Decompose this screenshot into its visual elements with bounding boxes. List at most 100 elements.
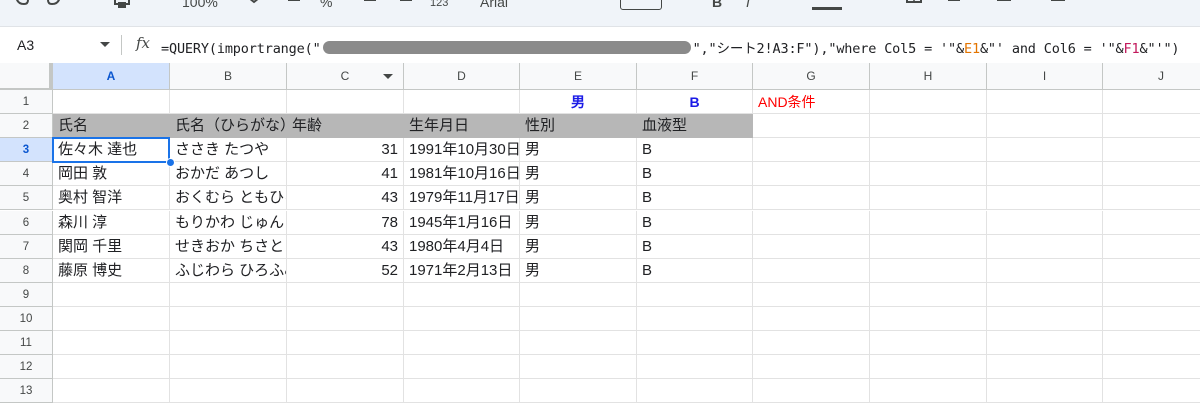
cell-c13[interactable] [287,379,404,403]
font-size-field[interactable] [620,0,662,10]
column-header-d[interactable]: D [404,63,520,89]
cell-j4[interactable] [1103,162,1200,187]
column-header-c[interactable]: C [287,63,404,89]
cell-b2[interactable]: 氏名（ひらがな） [170,114,287,139]
cell-g7[interactable] [753,234,870,259]
cell-d2[interactable]: 生年月日 [404,114,520,139]
cell-c3[interactable]: 31 [287,138,404,163]
row-header-4[interactable]: 4 [0,162,53,187]
cell-c2[interactable]: 年齢 [287,114,404,139]
cell-j10[interactable] [1103,307,1200,331]
cell-f10[interactable] [637,306,753,331]
cell-f13[interactable] [637,379,753,403]
cell-i1[interactable] [987,90,1103,115]
cell-d3[interactable]: 1991年10月30日 [404,138,520,163]
cell-e8[interactable]: 男 [520,258,637,283]
row-header-1[interactable]: 1 [0,90,53,115]
cell-d13[interactable] [404,379,520,403]
cell-e6[interactable]: 男 [520,210,637,235]
cell-a9[interactable] [53,282,170,307]
chevron-down-icon[interactable] [244,0,264,12]
cell-e13[interactable] [520,379,637,403]
cell-j2[interactable] [1103,114,1200,139]
cell-b8[interactable]: ふじわら ひろふみ [170,258,287,283]
cell-d4[interactable]: 1981年10月16日 [404,162,520,187]
wrap-icon[interactable] [1100,0,1120,12]
cell-g5[interactable] [753,186,870,211]
cell-i9[interactable] [987,282,1103,307]
cell-c1[interactable] [287,90,404,115]
row-header-2[interactable]: 2 [0,114,53,139]
cell-f7[interactable]: B [637,234,753,259]
cell-b6[interactable]: もりかわ じゅん [170,210,287,235]
cell-b10[interactable] [170,306,287,331]
cell-g12[interactable] [753,355,870,380]
cell-d11[interactable] [404,331,520,356]
cell-f1[interactable]: B [637,90,753,115]
cell-g11[interactable] [753,331,870,356]
align-icon[interactable] [994,0,1014,12]
row-header-6[interactable]: 6 [0,210,53,235]
row-header-12[interactable]: 12 [0,355,53,380]
zoom-select[interactable]: 100% [182,0,218,10]
cell-d8[interactable]: 1971年2月13日 [404,258,520,283]
cell-h9[interactable] [870,282,987,307]
cell-j1[interactable] [1103,90,1200,115]
cell-b13[interactable] [170,379,287,403]
cell-e5[interactable]: 男 [520,186,637,211]
cell-b1[interactable] [170,90,287,115]
cell-b4[interactable]: おかだ あつし [170,162,287,187]
cell-j12[interactable] [1103,355,1200,380]
cell-f11[interactable] [637,331,753,356]
name-box-dropdown-icon[interactable] [100,42,110,47]
cell-j3[interactable] [1103,138,1200,163]
column-header-i[interactable]: I [987,63,1103,89]
rotate-icon[interactable] [1150,0,1170,12]
column-header-a[interactable]: A [53,63,170,89]
row-header-9[interactable]: 9 [0,282,53,307]
cell-g13[interactable] [753,379,870,403]
cell-c12[interactable] [287,355,404,380]
cell-a5[interactable]: 奥村 智洋 [53,186,170,211]
cell-h13[interactable] [870,379,987,403]
number-format-button[interactable]: 123 [430,0,448,9]
cell-i6[interactable] [987,210,1103,235]
cell-c4[interactable]: 41 [287,162,404,187]
cell-h12[interactable] [870,355,987,380]
cell-c10[interactable] [287,306,404,331]
cell-a8[interactable]: 藤原 博史 [53,258,170,283]
cell-b5[interactable]: おくむら ともひろ [170,186,287,211]
column-header-f[interactable]: F [637,63,753,89]
cell-i3[interactable] [987,138,1103,163]
italic-button[interactable]: I [746,0,750,10]
cell-h3[interactable] [870,138,987,163]
cell-h8[interactable] [870,258,987,283]
row-header-8[interactable]: 8 [0,258,53,283]
cell-e7[interactable]: 男 [520,234,637,259]
cell-e12[interactable] [520,355,637,380]
cell-j11[interactable] [1103,331,1200,356]
cell-a2[interactable]: 氏名 [53,114,170,139]
cell-e9[interactable] [520,282,637,307]
cell-a1[interactable] [53,90,170,115]
cell-g3[interactable] [753,138,870,163]
row-header-13[interactable]: 13 [0,379,53,403]
cell-a10[interactable] [53,306,170,331]
cell-c8[interactable]: 52 [287,258,404,283]
plus-icon[interactable] [670,0,690,12]
bold-button[interactable]: B [712,0,722,10]
cell-c6[interactable]: 78 [287,210,404,235]
redo-icon[interactable] [44,0,64,12]
cell-e3[interactable]: 男 [520,138,637,163]
cell-i4[interactable] [987,162,1103,187]
cell-d5[interactable]: 1979年11月17日 [404,186,520,211]
cell-c9[interactable] [287,282,404,307]
formula-input[interactable]: =QUERY(importrange(" ","シート2!A3:F"),"wher… [161,37,1180,57]
cell-g8[interactable] [753,258,870,283]
cell-f2[interactable]: 血液型 [637,114,753,139]
cell-j7[interactable] [1103,235,1200,259]
select-all-corner[interactable] [0,63,53,89]
name-box[interactable]: A3 [17,37,34,53]
cell-j9[interactable] [1103,283,1200,307]
cell-g6[interactable] [753,210,870,235]
